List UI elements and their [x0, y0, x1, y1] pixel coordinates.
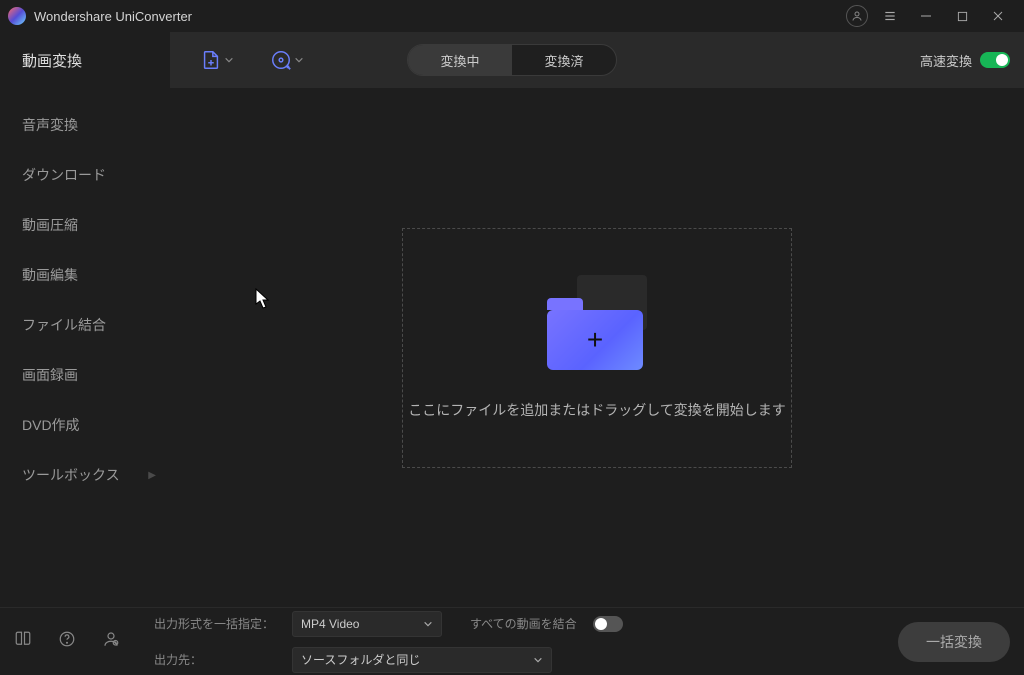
merge-switch[interactable] — [593, 616, 623, 632]
fast-convert-label: 高速変換 — [920, 51, 972, 70]
tab-converted[interactable]: 変換済 — [512, 45, 616, 75]
merge-label: すべての動画を結合 — [470, 615, 577, 632]
chevron-down-icon — [423, 619, 433, 629]
sidebar-item-audio-convert[interactable]: 音声変換 — [0, 100, 170, 150]
maximize-button[interactable] — [944, 0, 980, 32]
output-dest-label: 出力先： — [154, 651, 284, 668]
chevron-right-icon: ▶ — [148, 470, 156, 481]
add-file-button[interactable] — [200, 49, 236, 71]
sidebar-item-screen-record[interactable]: 画面録画 — [0, 350, 170, 400]
feedback-icon[interactable] — [102, 630, 120, 653]
app-title: Wondershare UniConverter — [34, 9, 192, 24]
add-disc-button[interactable] — [270, 49, 306, 71]
sidebar-item-video-convert[interactable]: 動画変換 — [0, 32, 170, 88]
dropzone[interactable]: + ここにファイルを追加またはドラッグして変換を開始します — [402, 228, 792, 468]
sidebar-item-edit[interactable]: 動画編集 — [0, 250, 170, 300]
sidebar-item-download[interactable]: ダウンロード — [0, 150, 170, 200]
app-logo-icon — [8, 7, 26, 25]
tutorial-icon[interactable] — [14, 630, 32, 653]
menu-icon[interactable] — [872, 0, 908, 32]
dropzone-text: ここにファイルを追加またはドラッグして変換を開始します — [408, 400, 786, 420]
minimize-button[interactable] — [908, 0, 944, 32]
bottombar: 出力形式を一括指定： MP4 Video すべての動画を結合 出力先： ソースフ… — [0, 607, 1024, 675]
chevron-down-icon — [294, 55, 304, 65]
sidebar-item-compress[interactable]: 動画圧縮 — [0, 200, 170, 250]
sidebar: 音声変換 ダウンロード 動画圧縮 動画編集 ファイル結合 画面録画 DVD作成 … — [0, 88, 170, 607]
output-dest-select[interactable]: ソースフォルダと同じ — [292, 647, 552, 673]
fast-convert-switch[interactable] — [980, 52, 1010, 68]
close-button[interactable] — [980, 0, 1016, 32]
main-area: + ここにファイルを追加またはドラッグして変換を開始します — [170, 88, 1024, 607]
chevron-down-icon — [533, 655, 543, 665]
output-format-label: 出力形式を一括指定： — [154, 615, 284, 632]
tab-converting[interactable]: 変換中 — [408, 45, 512, 75]
sidebar-item-merge[interactable]: ファイル結合 — [0, 300, 170, 350]
sidebar-item-toolbox[interactable]: ツールボックス▶ — [0, 450, 170, 500]
output-format-select[interactable]: MP4 Video — [292, 611, 442, 637]
account-icon[interactable] — [846, 5, 868, 27]
sidebar-item-dvd[interactable]: DVD作成 — [0, 400, 170, 450]
active-tab-label: 動画変換 — [22, 50, 82, 71]
fast-convert-toggle: 高速変換 — [920, 51, 1010, 70]
help-icon[interactable] — [58, 630, 76, 653]
chevron-down-icon — [224, 55, 234, 65]
plus-icon: + — [587, 324, 603, 356]
status-segmented: 変換中 変換済 — [407, 44, 617, 76]
add-folder-icon[interactable]: + — [547, 275, 647, 370]
toolbar: 動画変換 変換中 変換済 高速変換 — [0, 32, 1024, 88]
convert-all-button[interactable]: 一括変換 — [898, 622, 1010, 662]
titlebar: Wondershare UniConverter — [0, 0, 1024, 32]
